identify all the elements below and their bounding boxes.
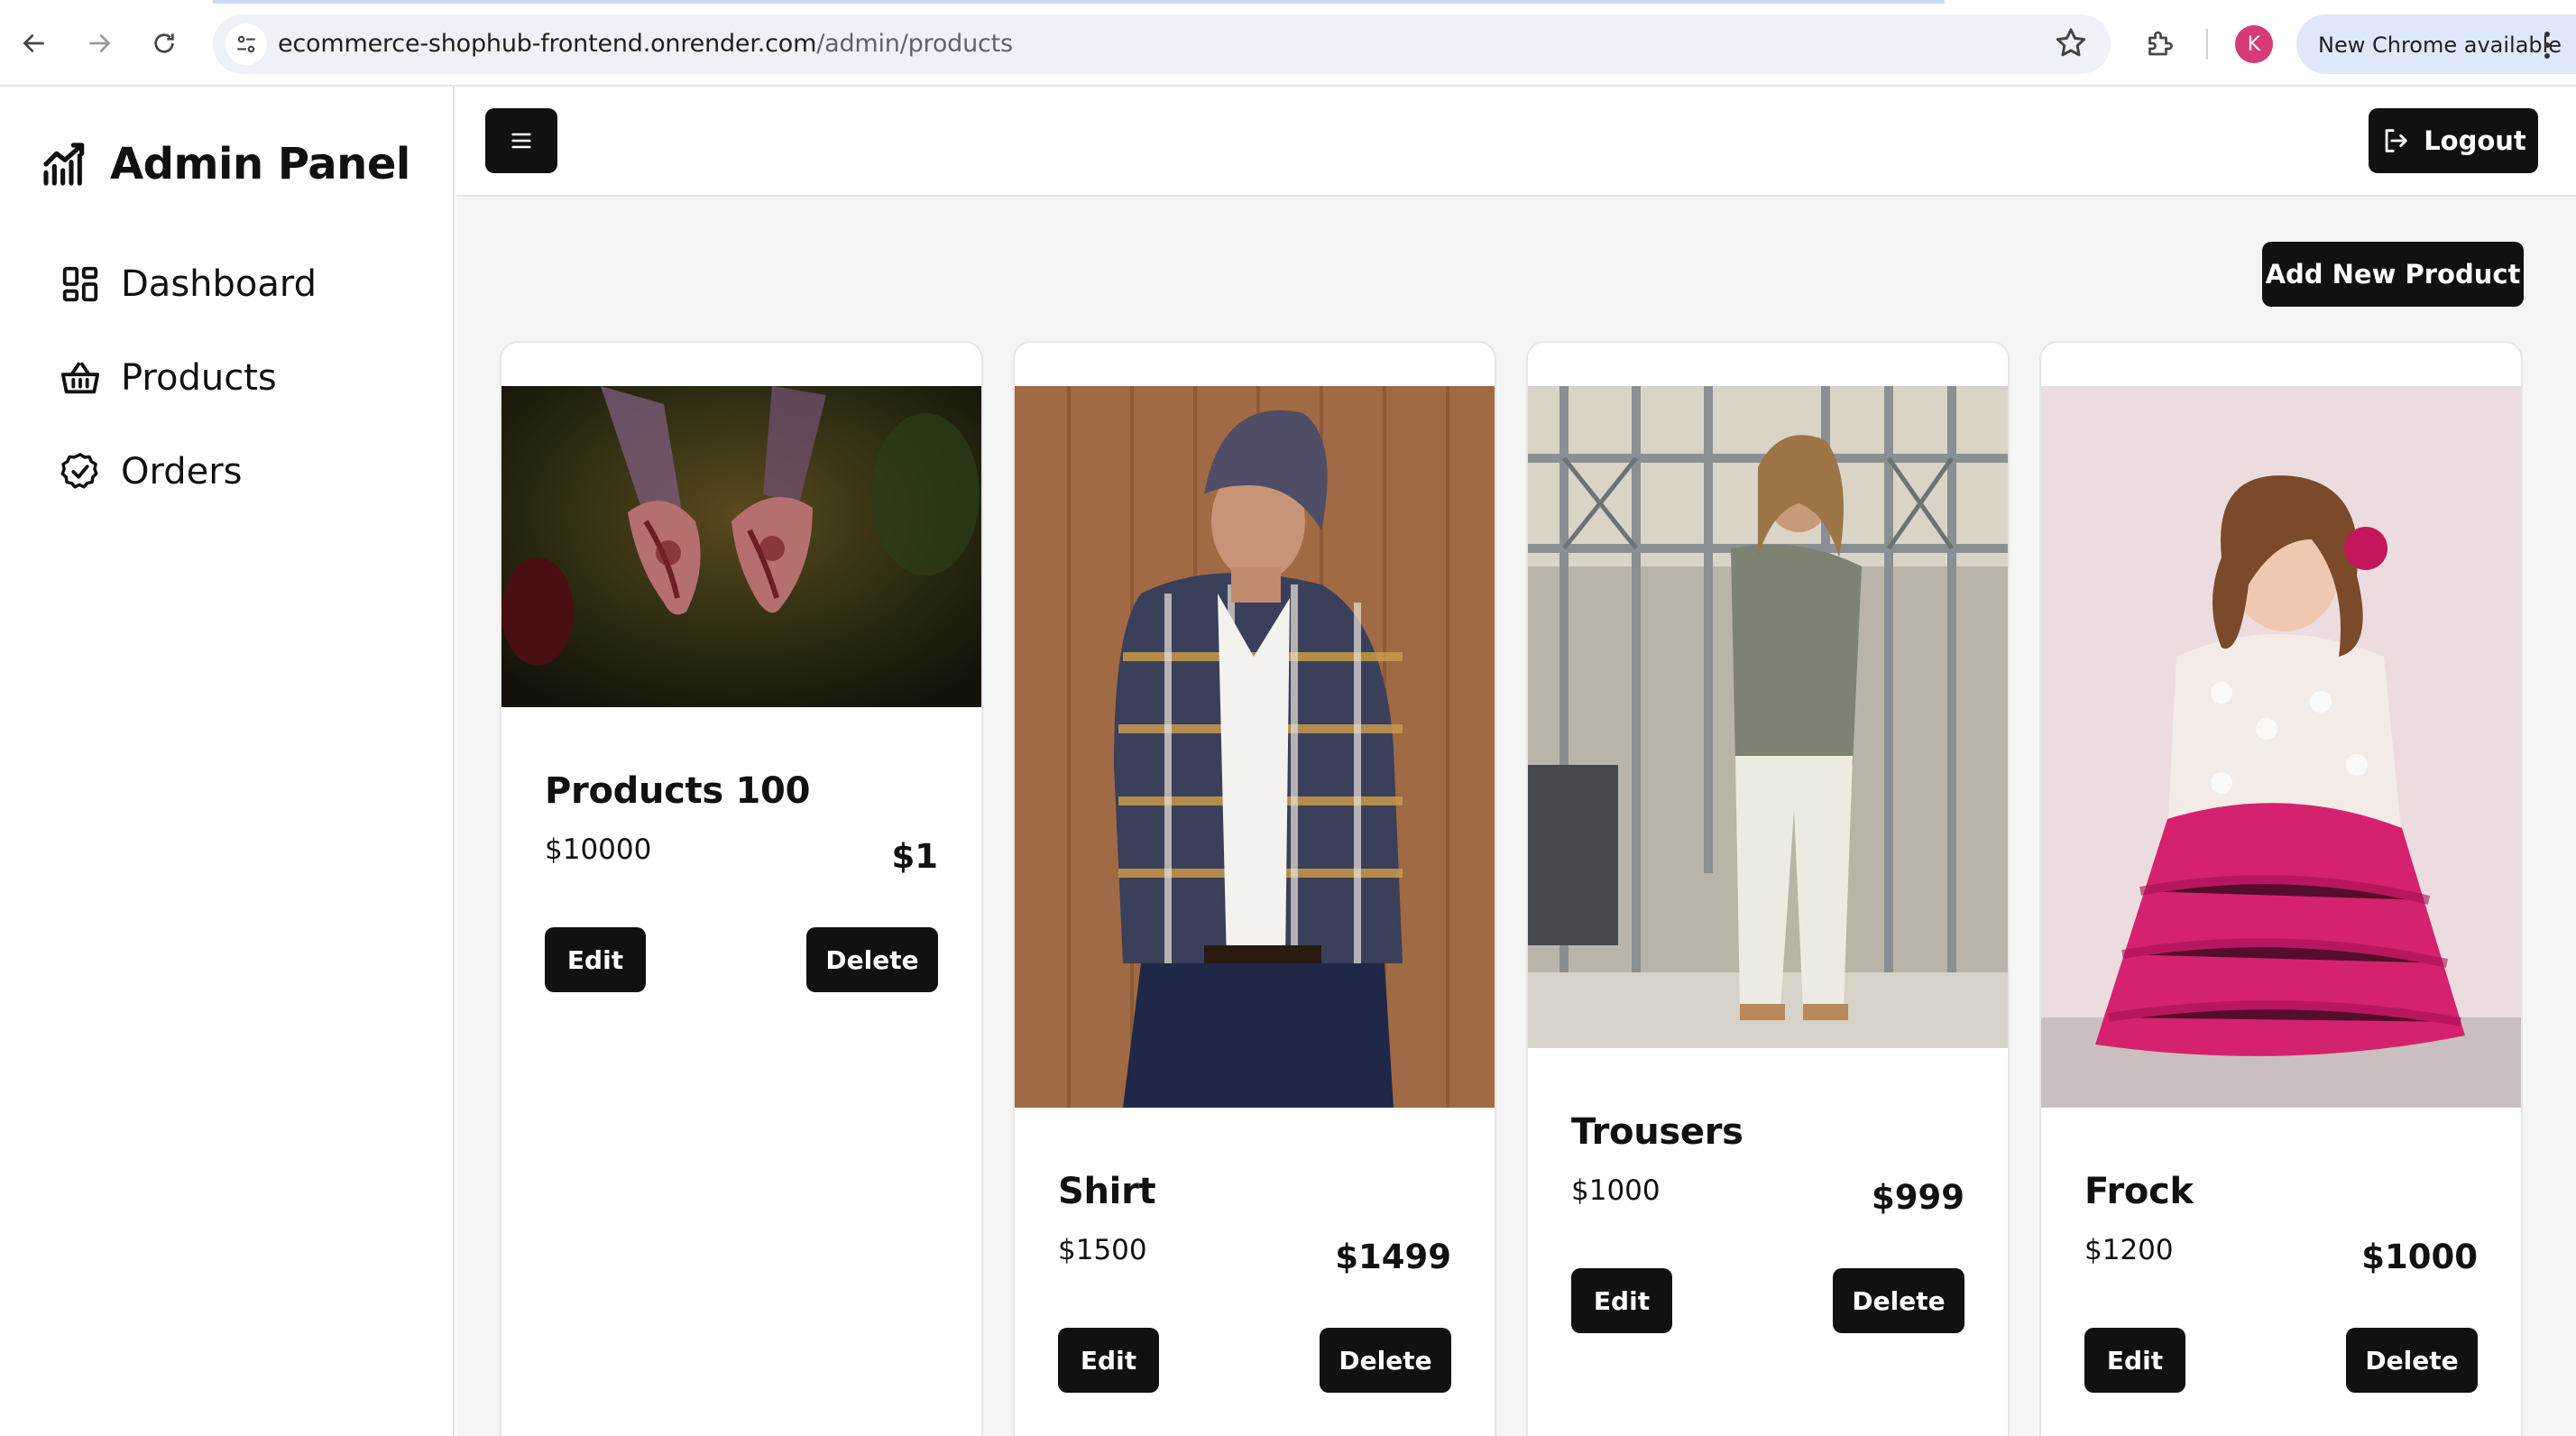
product-sale-price: $1000 — [2361, 1238, 2478, 1276]
star-icon — [2056, 28, 2086, 57]
badge-check-icon — [60, 453, 98, 489]
profile-avatar[interactable]: K — [2235, 25, 2273, 63]
product-card: Shirt $1500 $1499 Edit Delete — [1013, 341, 1496, 1436]
brand: Admin Panel — [40, 139, 410, 189]
reload-button[interactable] — [139, 18, 189, 69]
url-host: ecommerce-shophub-frontend.onrender.com — [278, 30, 817, 58]
sidebar-item-label: Dashboard — [121, 263, 317, 305]
menu-toggle-button[interactable] — [485, 108, 557, 173]
product-price: $1500 — [1058, 1234, 1147, 1266]
product-sale-price: $1 — [891, 837, 939, 876]
product-prices: $10000 $1 — [545, 830, 938, 884]
logout-icon — [2385, 129, 2407, 152]
url-text: ecommerce-shophub-frontend.onrender.com/… — [278, 30, 1013, 58]
basket-icon — [60, 362, 100, 394]
product-card: Frock $1200 $1000 Edit Delete — [2039, 341, 2523, 1436]
product-prices: $1200 $1000 — [2084, 1230, 2478, 1284]
delete-product-button[interactable]: Delete — [806, 927, 938, 992]
edit-product-button[interactable]: Edit — [1571, 1268, 1672, 1333]
product-actions: Edit Delete — [1058, 1328, 1451, 1393]
product-card-body: Trousers $1000 $999 Edit Delete — [1571, 1111, 1964, 1333]
product-card-body: Shirt $1500 $1499 Edit Delete — [1058, 1171, 1451, 1393]
sidebar-item-orders[interactable]: Orders — [60, 451, 243, 492]
logout-label: Logout — [2424, 125, 2526, 156]
chart-line-icon — [43, 143, 85, 186]
site-info-button[interactable] — [225, 23, 267, 65]
chrome-update-button[interactable]: New Chrome available — [2296, 14, 2576, 74]
edit-product-button[interactable]: Edit — [1058, 1328, 1159, 1393]
bookmark-star-button[interactable] — [2053, 25, 2089, 66]
product-card: Trousers $1000 $999 Edit Delete — [1526, 341, 2010, 1436]
product-actions: Edit Delete — [2084, 1328, 2478, 1393]
delete-product-button[interactable]: Delete — [1320, 1328, 1451, 1393]
product-card-body: Frock $1200 $1000 Edit Delete — [2084, 1171, 2478, 1393]
update-label: New Chrome available — [2318, 32, 2562, 58]
url-path: /admin/products — [816, 30, 1013, 58]
product-image-henna — [501, 386, 981, 707]
admin-header: Logout — [456, 87, 2576, 197]
product-prices: $1500 $1499 — [1058, 1230, 1451, 1284]
product-actions: Edit Delete — [545, 927, 938, 992]
logout-button[interactable]: Logout — [2369, 108, 2538, 173]
product-name: Products 100 — [545, 770, 811, 812]
puzzle-icon — [2148, 31, 2173, 56]
sidebar-item-label: Products — [121, 357, 277, 399]
product-card-body: Products 100 $10000 $1 Edit Delete — [545, 770, 938, 992]
product-price: $1200 — [2084, 1234, 2174, 1266]
kebab-menu-icon[interactable] — [2542, 29, 2553, 61]
hamburger-icon — [511, 133, 531, 149]
product-actions: Edit Delete — [1571, 1268, 1964, 1333]
arrow-left-icon — [23, 33, 44, 53]
sidebar-item-label: Orders — [121, 451, 243, 492]
address-bar[interactable]: ecommerce-shophub-frontend.onrender.com/… — [213, 14, 2111, 74]
extensions-button[interactable] — [2134, 18, 2185, 69]
toolbar-separator — [2206, 29, 2208, 60]
product-name: Shirt — [1058, 1171, 1156, 1212]
brand-title: Admin Panel — [110, 139, 410, 189]
back-button[interactable] — [9, 18, 60, 69]
product-sale-price: $1499 — [1335, 1238, 1451, 1276]
product-name: Trousers — [1571, 1111, 1743, 1153]
admin-sidebar: Admin Panel Dashboard Products Orders — [0, 87, 455, 1436]
product-price: $10000 — [545, 833, 652, 866]
browser-toolbar: ecommerce-shophub-frontend.onrender.com/… — [0, 0, 2576, 87]
tab-strip-edge — [213, 0, 1945, 4]
product-name: Frock — [2084, 1171, 2194, 1212]
delete-product-button[interactable]: Delete — [2346, 1328, 2478, 1393]
delete-product-button[interactable]: Delete — [1833, 1268, 1964, 1333]
reload-icon — [154, 33, 174, 53]
add-new-product-button[interactable]: Add New Product — [2262, 242, 2524, 307]
product-image-trousers — [1528, 386, 2008, 1048]
arrow-right-icon — [89, 33, 111, 53]
product-image-frock — [2041, 386, 2521, 1108]
forward-button[interactable] — [74, 18, 124, 69]
product-image-shirt — [1015, 386, 1495, 1108]
sidebar-item-products[interactable]: Products — [60, 357, 277, 399]
edit-product-button[interactable]: Edit — [2084, 1328, 2185, 1393]
product-sale-price: $999 — [1872, 1178, 1964, 1217]
tune-icon — [237, 35, 255, 53]
product-price: $1000 — [1571, 1174, 1661, 1207]
dashboard-icon — [62, 266, 98, 302]
product-prices: $1000 $999 — [1571, 1171, 1964, 1225]
edit-product-button[interactable]: Edit — [545, 927, 646, 992]
sidebar-item-dashboard[interactable]: Dashboard — [60, 263, 317, 305]
product-card: Products 100 $10000 $1 Edit Delete — [500, 341, 983, 1436]
products-main: Add New Product Products 100 $10000 $1 E… — [456, 197, 2576, 1436]
